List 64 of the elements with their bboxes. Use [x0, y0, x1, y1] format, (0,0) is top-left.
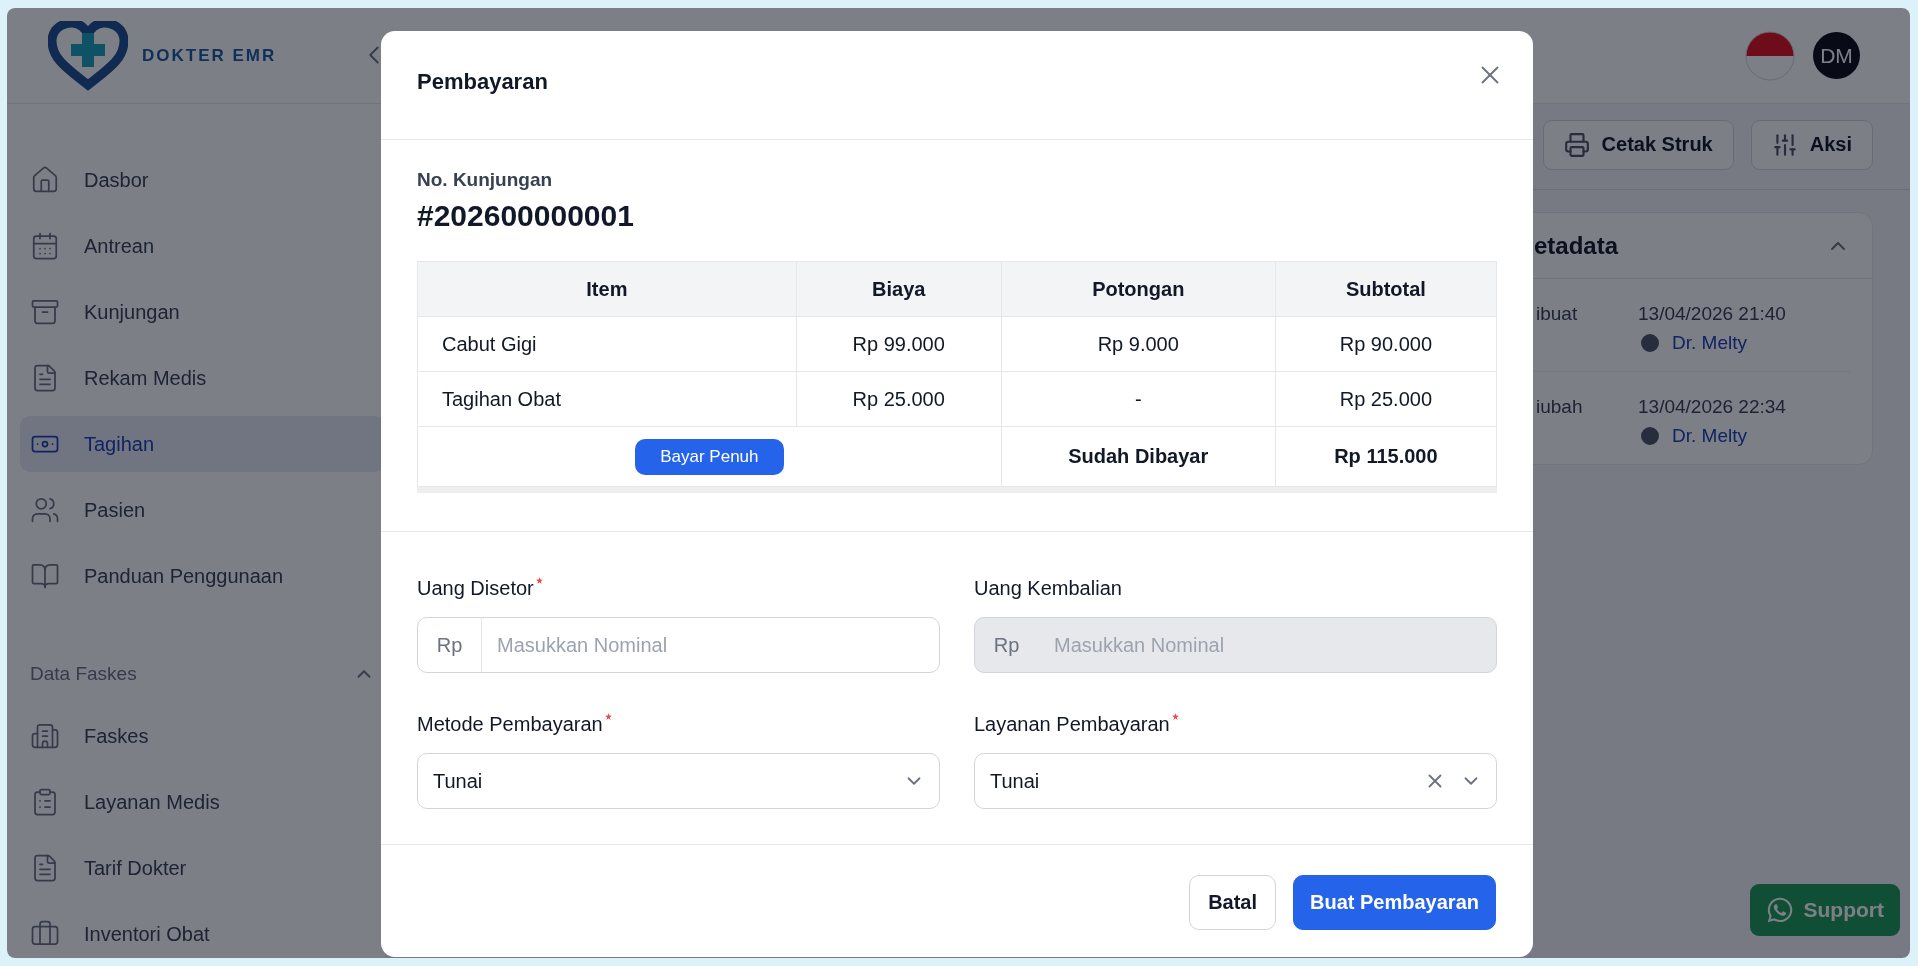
- field-label: Uang Kembalian: [974, 577, 1122, 600]
- whatsapp-icon: [1765, 896, 1794, 924]
- user-link[interactable]: Dr. Melty: [1672, 425, 1747, 447]
- table-cell: Cabut Gigi: [417, 316, 797, 372]
- sliders-icon: [1771, 131, 1798, 158]
- toolbar-button[interactable]: Cetak Struk: [1542, 119, 1734, 170]
- cancel-button[interactable]: Batal: [1189, 875, 1277, 930]
- field-label: Uang Disetor: [417, 577, 534, 600]
- table-cell: Rp 115.000: [1275, 426, 1497, 487]
- pay-full-button[interactable]: Bayar Penuh: [635, 438, 784, 475]
- sidebar-item[interactable]: Pasien: [20, 482, 385, 538]
- visit-number: #202600000001: [417, 199, 635, 233]
- toolbar-button[interactable]: Aksi: [1750, 119, 1873, 170]
- card-title: etadata: [1534, 231, 1619, 260]
- user-avatar[interactable]: DM: [1813, 32, 1860, 79]
- home-icon: [30, 165, 60, 195]
- support-button[interactable]: Support: [1749, 884, 1900, 936]
- column-header: Item: [417, 261, 797, 317]
- sidebar-item[interactable]: Dasbor: [20, 152, 385, 208]
- field-label: Metode Pembayaran: [417, 713, 603, 736]
- table-cell: Rp 25.000: [1275, 371, 1497, 427]
- select-field[interactable]: Tunai: [417, 753, 940, 809]
- table-cell: Rp 25.000: [796, 371, 1002, 427]
- column-header: Potongan: [1001, 261, 1276, 317]
- building-icon: [30, 721, 60, 751]
- currency-prefix: Rp: [418, 618, 482, 672]
- sidebar-item[interactable]: Tarif Dokter: [20, 840, 385, 896]
- table-cell: -: [1001, 371, 1276, 427]
- dialog-title: Pembayaran: [417, 69, 548, 95]
- sidebar-item[interactable]: Layanan Medis: [20, 774, 385, 830]
- sidebar-item[interactable]: Faskes: [20, 708, 385, 764]
- select-field[interactable]: Tunai: [974, 753, 1497, 809]
- sidebar-item[interactable]: Kunjungan: [20, 284, 385, 340]
- book-icon: [30, 561, 60, 591]
- logo-icon: [48, 20, 128, 91]
- table-cell: Rp 90.000: [1275, 316, 1497, 372]
- section-title: Data Faskes: [30, 663, 137, 685]
- amount-field[interactable]: Rp Masukkan Nominal: [417, 617, 940, 673]
- calendar-icon: [30, 231, 60, 261]
- field-label: Layanan Pembayaran: [974, 713, 1170, 736]
- column-header: Biaya: [796, 261, 1002, 317]
- meta-label: ibuat: [1536, 303, 1579, 326]
- tray-icon: [30, 297, 60, 327]
- submit-button[interactable]: Buat Pembayaran: [1293, 875, 1496, 930]
- currency-prefix: Rp: [975, 618, 1039, 672]
- amount-input[interactable]: Masukkan Nominal: [482, 618, 939, 672]
- table-cell: Rp 99.000: [796, 316, 1002, 372]
- sidebar-item[interactable]: Rekam Medis: [20, 350, 385, 406]
- sidebar-item[interactable]: Inventori Obat: [20, 906, 385, 958]
- column-header: Subtotal: [1275, 261, 1497, 317]
- visit-label: No. Kunjungan: [417, 169, 554, 191]
- sidebar-item[interactable]: Antrean: [20, 218, 385, 274]
- meta-label: iubah: [1536, 396, 1584, 419]
- flag-icon[interactable]: [1745, 30, 1795, 81]
- table-cell: Tagihan Obat: [417, 371, 797, 427]
- printer-icon: [1563, 131, 1590, 158]
- user-link[interactable]: Dr. Melty: [1672, 332, 1747, 354]
- logo-text: DOKTER EMR: [142, 45, 277, 66]
- meta-time: 13/04/2026 22:34: [1638, 396, 1787, 418]
- meta-time: 13/04/2026 21:40: [1638, 303, 1787, 325]
- table-cell: Rp 9.000: [1001, 316, 1276, 372]
- people-icon: [30, 495, 60, 525]
- table-cell: Sudah Dibayar: [1001, 426, 1276, 487]
- sidebar-item[interactable]: Panduan Penggunaan: [20, 548, 385, 604]
